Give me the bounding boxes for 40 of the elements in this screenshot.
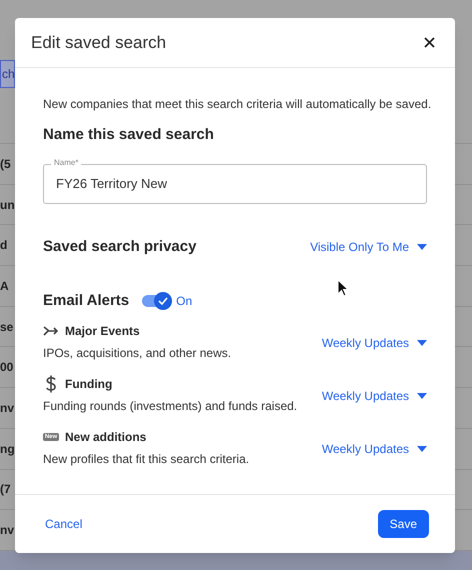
- row-text: (7: [0, 481, 11, 498]
- section-heading: Saved search privacy: [43, 236, 196, 256]
- alert-title: Major Events: [65, 322, 140, 340]
- section-heading: Email Alerts: [43, 291, 130, 311]
- email-alerts-toggle[interactable]: [142, 295, 172, 308]
- dollar-icon: [45, 374, 57, 392]
- frequency-dropdown[interactable]: Weekly Updates: [322, 440, 427, 458]
- row-text: un: [0, 196, 15, 214]
- alert-description: Funding rounds (investments) and funds raised.: [43, 398, 298, 414]
- name-field[interactable]: FY26 Territory New: [43, 164, 427, 204]
- frequency-dropdown[interactable]: Weekly Updates: [322, 387, 427, 405]
- dialog-title: Edit saved search: [31, 32, 166, 54]
- caret-icon: [417, 244, 427, 250]
- caret-icon: [417, 340, 427, 346]
- row-text: ng: [0, 440, 15, 458]
- cancel-button[interactable]: Cancel: [45, 515, 82, 533]
- row-text: (5: [0, 156, 11, 173]
- close-icon: [424, 37, 435, 48]
- toggle-state: On: [176, 293, 192, 310]
- mouse-pointer-icon: [337, 279, 349, 298]
- row-text: d: [0, 237, 8, 254]
- row-text: nv: [0, 400, 14, 417]
- row-text: 00: [0, 359, 14, 376]
- frequency-dropdown[interactable]: Weekly Updates: [322, 334, 427, 352]
- alert-title: New additions: [65, 428, 146, 446]
- alert-description: IPOs, acquisitions, and other news.: [43, 344, 232, 362]
- check-icon: [158, 297, 168, 306]
- row-text: A: [0, 278, 9, 295]
- caret-icon: [417, 446, 427, 452]
- section-heading: Name this saved search: [43, 125, 215, 145]
- row-text: nv: [0, 522, 14, 540]
- alert-description: New profiles that fit this search criteria.: [43, 450, 250, 468]
- row-text: se: [0, 318, 14, 336]
- tab[interactable]: ch: [0, 60, 15, 88]
- privacy-dropdown[interactable]: Visible Only To Me: [310, 238, 427, 256]
- save-button[interactable]: Save: [378, 510, 429, 538]
- caret-icon: [417, 393, 427, 399]
- field-label: Name*: [51, 158, 82, 166]
- alert-title: Funding: [65, 376, 112, 392]
- split-arrow-icon: [43, 324, 59, 336]
